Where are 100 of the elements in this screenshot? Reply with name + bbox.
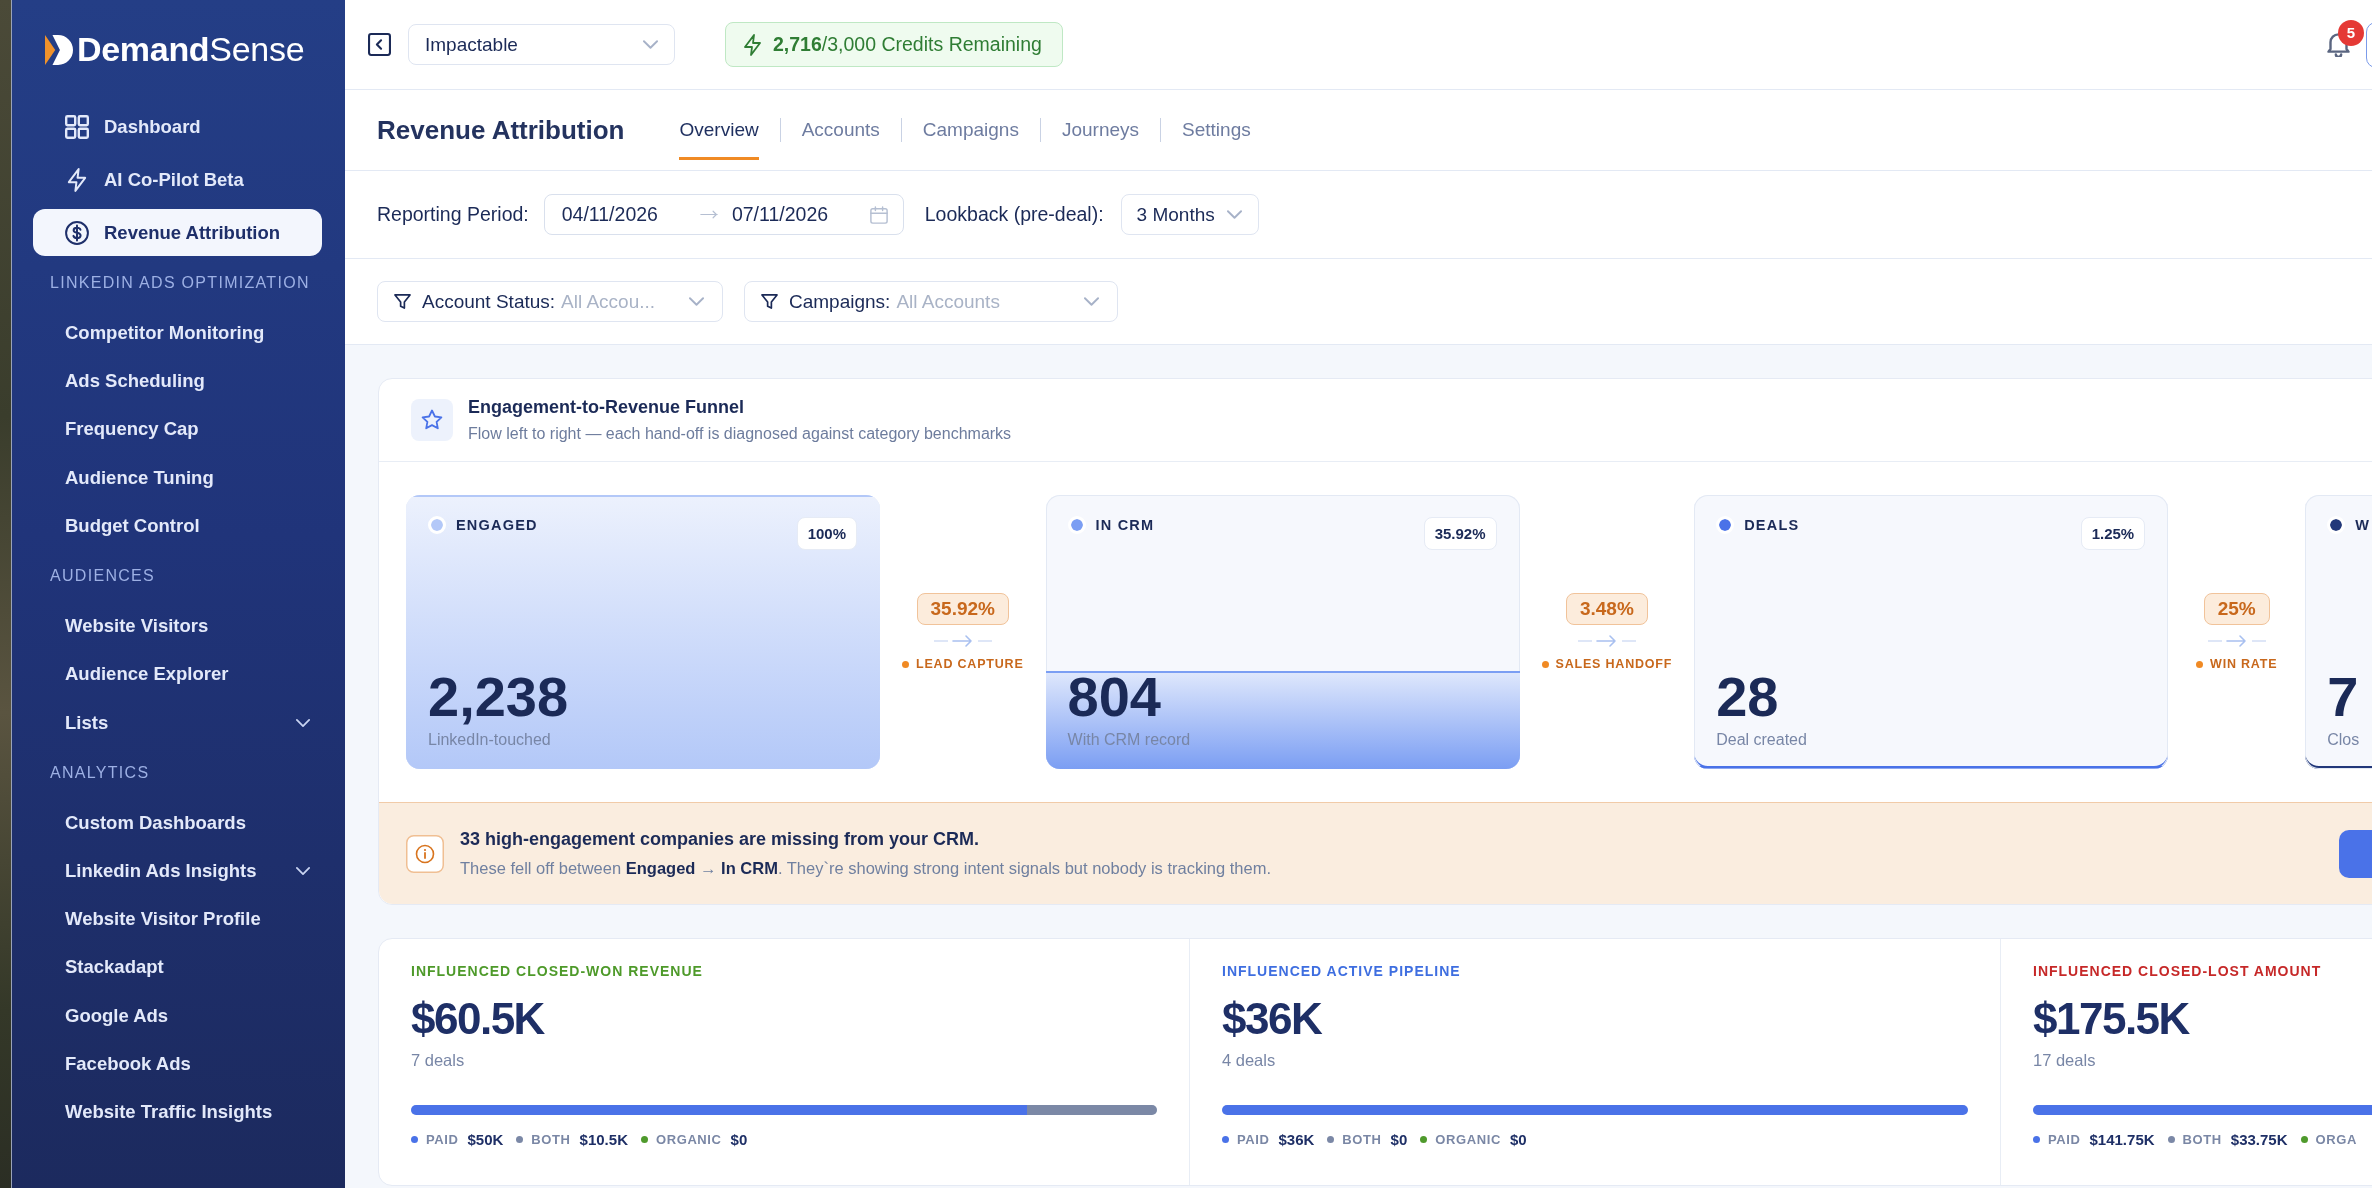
transition-label: WIN RATE xyxy=(2210,657,2278,671)
legend-label: PAID xyxy=(426,1132,459,1148)
stage-count: 804 xyxy=(1067,669,1162,725)
nav-item[interactable]: Competitor Monitoring xyxy=(12,308,345,357)
brand-name: DemandSense xyxy=(77,30,305,69)
legend-amount: $50K xyxy=(467,1131,504,1149)
nav-item[interactable]: Audience Explorer xyxy=(12,650,345,699)
legend-label: PAID xyxy=(1237,1132,1270,1148)
conversion-rate-badge: 3.48% xyxy=(1565,593,1648,625)
arrow-right-icon xyxy=(1576,633,1637,649)
lightning-icon xyxy=(744,33,761,56)
chevron-down-icon xyxy=(643,40,658,49)
alert-title: 33 high-engagement companies are missing from your CRM. xyxy=(460,829,981,850)
nav-item[interactable]: Stackadapt xyxy=(12,943,345,992)
tab[interactable]: Accounts xyxy=(801,100,880,160)
legend-label: BOTH xyxy=(531,1132,571,1148)
alert-message: These fell off between Engaged → In CRM. They`re showing strong intent signals but nobody is tracking them. xyxy=(460,859,1273,878)
chevron-down-icon xyxy=(1084,297,1099,306)
filter-icon xyxy=(394,294,411,309)
nav-item[interactable]: Lists xyxy=(12,698,345,747)
percentage-badge: 35.92% xyxy=(1423,517,1497,550)
stage-caption: Clos xyxy=(2327,731,2361,749)
legend-amount: $10.5K xyxy=(579,1131,628,1149)
arrow-right-icon xyxy=(932,633,993,649)
stage-count: 7 xyxy=(2327,669,2360,725)
conversion-rate-badge: 25% xyxy=(2203,593,2270,625)
percentage-badge: 100% xyxy=(796,517,857,550)
nav-item[interactable]: Frequency Cap xyxy=(12,405,345,454)
nav-item[interactable]: Budget Control xyxy=(12,501,345,551)
square-chevron-left-icon[interactable] xyxy=(368,33,391,56)
metric-value: $175.5K xyxy=(2033,995,2191,1044)
nav-item[interactable]: Custom Dashboards xyxy=(12,798,345,847)
legend-label: ORGANIC xyxy=(655,1132,722,1148)
stage-caption: LinkedIn-touched xyxy=(428,731,552,749)
section-heading: AUDIENCES xyxy=(49,566,157,586)
transition-label: LEAD CAPTURE xyxy=(916,657,1024,671)
legend-amount: $36K xyxy=(1278,1131,1315,1149)
nav-item[interactable]: Ads Scheduling xyxy=(12,357,345,406)
metric-label: INFLUENCED CLOSED-LOST AMOUNT xyxy=(2033,963,2323,979)
legend-amount: $0 xyxy=(1509,1131,1527,1149)
percentage-badge: 1.25% xyxy=(2080,517,2146,550)
nav-item[interactable]: Facebook Ads xyxy=(12,1039,345,1089)
section-heading: ANALYTICS xyxy=(49,762,151,783)
page-title: Revenue Attribution xyxy=(377,114,625,146)
stage-count: 28 xyxy=(1716,669,1780,725)
legend-amount: $0 xyxy=(730,1131,748,1149)
legend-label: BOTH xyxy=(2182,1132,2222,1148)
nav-item[interactable]: Audience Tuning xyxy=(12,453,345,502)
info-icon xyxy=(406,834,444,873)
grid-icon xyxy=(65,114,89,139)
workspace-dropdown[interactable]: Impactable xyxy=(408,24,675,65)
lookback-dropdown[interactable]: 3 Months xyxy=(1120,194,1259,235)
card-subtitle: Flow left to right — each hand-off is diagnosed against category benchmarks xyxy=(468,425,1012,443)
legend-amount: $141.75K xyxy=(2089,1131,2155,1149)
legend-label: BOTH xyxy=(1342,1132,1382,1148)
tab[interactable]: Campaigns xyxy=(922,100,1019,160)
legend-amount: $33.75K xyxy=(2230,1131,2288,1149)
arrow-right-icon xyxy=(699,210,718,219)
lightning-icon xyxy=(65,167,89,192)
stage-label: DEALS xyxy=(1744,517,1800,533)
nav-item[interactable]: Linkedin Ads Insights xyxy=(12,846,345,896)
end-date-field[interactable]: 07/11/2026 xyxy=(731,203,829,226)
nav-item[interactable]: Revenue Attribution xyxy=(33,209,322,256)
metric-label: INFLUENCED CLOSED-WON REVENUE xyxy=(411,963,704,979)
filter-dropdown[interactable]: Campaigns: All Accounts xyxy=(744,281,1118,322)
start-date-field[interactable]: 04/11/2026 xyxy=(561,203,658,226)
dollar-circle-icon xyxy=(65,220,89,245)
filter-dropdown[interactable]: Account Status: All Accou... xyxy=(377,281,723,322)
tab[interactable]: Journeys xyxy=(1061,100,1140,160)
stage-caption: With CRM record xyxy=(1067,731,1192,749)
section-heading: LINKEDIN ADS OPTIMIZATION xyxy=(49,272,311,293)
nav-item[interactable]: AI Co-Pilot Beta xyxy=(33,156,322,203)
legend-label: ORGANIC xyxy=(1435,1132,1501,1148)
tab[interactable]: Overview xyxy=(679,100,759,160)
nav-item[interactable]: Website Visitors xyxy=(12,601,345,651)
status-dot-icon xyxy=(1541,660,1549,668)
conversion-rate-badge: 35.92% xyxy=(916,593,1009,625)
deal-count: 4 deals xyxy=(1222,1051,1277,1071)
nav-item[interactable]: Website Visitor Profile xyxy=(12,895,345,944)
nav-item[interactable]: Dashboard xyxy=(33,103,322,150)
stage-label: ENGAGED xyxy=(456,517,538,533)
legend-label: PAID xyxy=(2048,1132,2081,1148)
deal-count: 7 deals xyxy=(411,1051,466,1071)
stage-label: W xyxy=(2355,517,2371,533)
stage-caption: Deal created xyxy=(1716,731,1808,749)
notification-count: 5 xyxy=(2338,19,2364,46)
chevron-down-icon xyxy=(689,297,704,306)
tab[interactable]: Settings xyxy=(1182,100,1251,160)
nav-item[interactable]: Website Traffic Insights xyxy=(12,1088,345,1137)
status-dot-icon xyxy=(2196,660,2204,668)
metric-value: $36K xyxy=(1222,995,1323,1044)
nav-item[interactable]: Google Ads xyxy=(12,991,345,1040)
deal-count: 17 deals xyxy=(2033,1051,2097,1071)
metric-label: INFLUENCED ACTIVE PIPELINE xyxy=(1222,963,1462,979)
transition-label: SALES HANDOFF xyxy=(1555,657,1673,671)
card-title: Engagement-to-Revenue Funnel xyxy=(468,397,746,418)
stage-label: IN CRM xyxy=(1095,517,1155,533)
chevron-down-icon xyxy=(1226,210,1242,219)
field-label: Lookback (pre-deal): xyxy=(924,203,1104,226)
field-label: Reporting Period: xyxy=(377,203,529,226)
